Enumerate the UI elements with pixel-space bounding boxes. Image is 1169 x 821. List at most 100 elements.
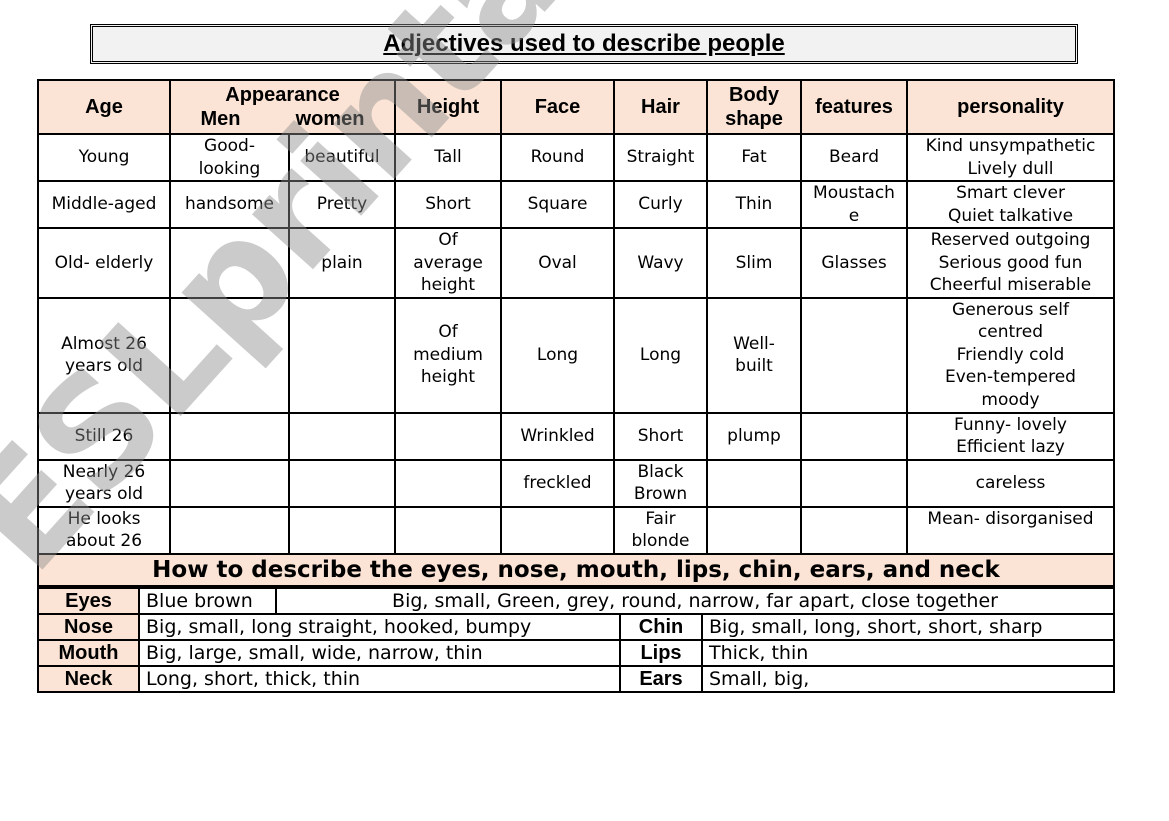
- cell-features: Moustach e: [800, 180, 908, 229]
- cell-personality: Funny- lovely Efficient lazy: [906, 411, 1115, 461]
- table-row: Still 26 Wrinkled Short plump Funny- lov…: [37, 411, 1115, 461]
- cell-height: [394, 411, 502, 461]
- cell-hair: Straight: [613, 133, 708, 182]
- cell-face: Wrinkled: [500, 411, 615, 461]
- header-age: Age: [37, 79, 171, 135]
- cell-women: [288, 505, 396, 555]
- cell-face: Oval: [500, 227, 615, 299]
- header-features: features: [800, 79, 908, 135]
- cell-women: beautiful: [288, 133, 396, 182]
- header-appearance: Appearance Men women: [169, 79, 396, 135]
- cell-features: [800, 296, 908, 414]
- cell-face: Round: [500, 133, 615, 182]
- cell-men: Good- looking: [169, 133, 290, 182]
- cell-age: Almost 26 years old: [37, 296, 171, 414]
- header-men: Men: [200, 108, 241, 130]
- cell-men: handsome: [169, 180, 290, 229]
- cell-features: Glasses: [800, 227, 908, 299]
- cell-body: Fat: [706, 133, 802, 182]
- cell-women: [288, 296, 396, 414]
- cell-women: plain: [288, 227, 396, 299]
- cell-women: Pretty: [288, 180, 396, 229]
- header-personality: personality: [906, 79, 1115, 135]
- header-appearance-label: Appearance: [225, 84, 340, 106]
- eyes-adjectives: Big, small, Green, grey, round, narrow, …: [274, 587, 1116, 615]
- table-row: Nearly 26 years old freckled Black Brown…: [37, 458, 1115, 508]
- title-box: Adjectives used to describe people: [90, 24, 1078, 64]
- mouth-label: Mouth: [37, 639, 140, 667]
- table-row: He looks about 26 Fair blonde Mean- diso…: [37, 505, 1115, 555]
- cell-body: [706, 458, 802, 508]
- ears-label: Ears: [619, 665, 703, 693]
- neck-adjectives: Long, short, thick, thin: [138, 665, 621, 693]
- ears-adjectives: Small, big,: [700, 665, 1116, 693]
- cell-age: He looks about 26: [37, 505, 171, 555]
- cell-men: [169, 458, 290, 508]
- cell-men: [169, 227, 290, 299]
- lips-adjectives: Thick, thin: [700, 639, 1116, 667]
- section-row: How to describe the eyes, nose, mouth, l…: [37, 552, 1115, 587]
- section-title: How to describe the eyes, nose, mouth, l…: [37, 552, 1115, 587]
- header-face: Face: [500, 79, 615, 135]
- header-row: Age Appearance Men women Height Face Hai…: [37, 79, 1115, 135]
- cell-height: Of average height: [394, 227, 502, 299]
- cell-face: Long: [500, 296, 615, 414]
- cell-age: Nearly 26 years old: [37, 458, 171, 508]
- table-row: Almost 26 years old Of medium height Lon…: [37, 296, 1115, 414]
- eyes-label: Eyes: [37, 587, 140, 615]
- cell-body: plump: [706, 411, 802, 461]
- nose-adjectives: Big, small, long straight, hooked, bumpy: [138, 613, 621, 641]
- cell-features: [800, 411, 908, 461]
- cell-hair: Black Brown: [613, 458, 708, 508]
- cell-height: Tall: [394, 133, 502, 182]
- cell-personality: Mean- disorganised: [906, 505, 1115, 555]
- neck-label: Neck: [37, 665, 140, 693]
- cell-face: [500, 505, 615, 555]
- cell-hair: Curly: [613, 180, 708, 229]
- nose-label: Nose: [37, 613, 140, 641]
- cell-height: [394, 458, 502, 508]
- adjectives-table: Age Appearance Men women Height Face Hai…: [37, 79, 1115, 587]
- cell-personality: Smart clever Quiet talkative: [906, 180, 1115, 229]
- cell-men: [169, 411, 290, 461]
- eyes-colors: Blue brown: [138, 587, 277, 615]
- cell-women: [288, 411, 396, 461]
- face-features-table: Eyes Blue brown Big, small, Green, grey,…: [37, 587, 1116, 693]
- cell-personality: careless: [906, 458, 1115, 508]
- cell-features: [800, 505, 908, 555]
- header-hair: Hair: [613, 79, 708, 135]
- cell-hair: Long: [613, 296, 708, 414]
- cell-body: Slim: [706, 227, 802, 299]
- header-body-shape: Body shape: [706, 79, 802, 135]
- chin-label: Chin: [619, 613, 703, 641]
- cell-hair: Wavy: [613, 227, 708, 299]
- cell-age: Old- elderly: [37, 227, 171, 299]
- cell-personality: Generous self centred Friendly cold Even…: [906, 296, 1115, 414]
- lips-label: Lips: [619, 639, 703, 667]
- cell-height: Of medium height: [394, 296, 502, 414]
- header-women: women: [295, 108, 365, 130]
- cell-height: [394, 505, 502, 555]
- cell-personality: Reserved outgoing Serious good fun Cheer…: [906, 227, 1115, 299]
- cell-body: Thin: [706, 180, 802, 229]
- cell-age: Middle-aged: [37, 180, 171, 229]
- nose-chin-row: Nose Big, small, long straight, hooked, …: [37, 613, 1116, 641]
- header-height: Height: [394, 79, 502, 135]
- neck-ears-row: Neck Long, short, thick, thin Ears Small…: [37, 665, 1116, 693]
- cell-body: Well- built: [706, 296, 802, 414]
- chin-adjectives: Big, small, long, short, short, sharp: [700, 613, 1116, 641]
- cell-face: freckled: [500, 458, 615, 508]
- page-title: Adjectives used to describe people: [383, 30, 785, 57]
- cell-hair: Fair blonde: [613, 505, 708, 555]
- cell-hair: Short: [613, 411, 708, 461]
- cell-personality: Kind unsympathetic Lively dull: [906, 133, 1115, 182]
- cell-men: [169, 505, 290, 555]
- eyes-row: Eyes Blue brown Big, small, Green, grey,…: [37, 587, 1116, 615]
- cell-age: Still 26: [37, 411, 171, 461]
- mouth-lips-row: Mouth Big, large, small, wide, narrow, t…: [37, 639, 1116, 667]
- cell-features: [800, 458, 908, 508]
- table-row: Old- elderly plain Of average height Ova…: [37, 227, 1115, 299]
- table-row: Middle-aged handsome Pretty Short Square…: [37, 180, 1115, 229]
- cell-body: [706, 505, 802, 555]
- cell-features: Beard: [800, 133, 908, 182]
